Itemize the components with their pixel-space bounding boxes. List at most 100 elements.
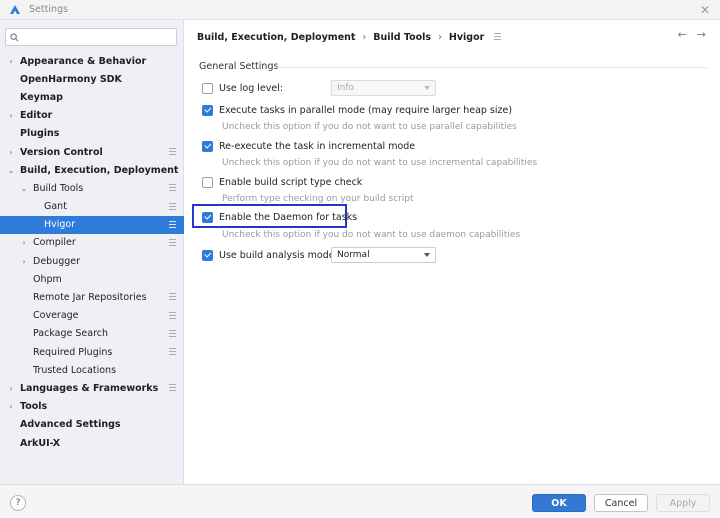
breadcrumb-item[interactable]: Build, Execution, Deployment <box>197 32 355 43</box>
project-settings-icon <box>169 348 176 355</box>
sidebar-item-openharmony-sdk[interactable]: OpenHarmony SDK <box>0 70 184 88</box>
type-check-hint: Perform type checking on your build scri… <box>222 194 414 204</box>
sidebar-item-plugins[interactable]: Plugins <box>0 125 184 143</box>
sidebar-item-label: Compiler <box>33 237 76 249</box>
sidebar-item-required-plugins[interactable]: Required Plugins <box>0 343 184 361</box>
sidebar-item-label: Version Control <box>20 146 103 158</box>
sidebar-item-label: Build, Execution, Deployment <box>20 164 179 176</box>
project-settings-icon <box>169 293 176 301</box>
search-box[interactable] <box>5 28 177 46</box>
use-log-level-label: Use log level: <box>219 82 284 94</box>
apply-button[interactable]: Apply <box>656 494 710 512</box>
breadcrumb-separator: › <box>438 31 442 43</box>
settings-sidebar: › Appearance & Behavior OpenHarmony SDK Key… <box>0 20 184 484</box>
analysis-mode-option[interactable]: Use build analysis mode: <box>202 248 338 262</box>
sidebar-item-coverage[interactable]: Coverage <box>0 307 184 325</box>
sidebar-item-label: Required Plugins <box>33 346 113 358</box>
breadcrumb-item[interactable]: Build Tools <box>373 32 431 43</box>
incremental-mode-checkbox[interactable] <box>202 140 213 152</box>
daemon-hint: Uncheck this option if you do not want t… <box>222 230 521 240</box>
sidebar-item-label: Appearance & Behavior <box>20 55 147 67</box>
window-title: Settings <box>29 4 68 15</box>
sidebar-item-label: Coverage <box>33 310 79 322</box>
type-check-option[interactable]: Enable build script type check <box>202 175 362 189</box>
sidebar-item-advanced-settings[interactable]: Advanced Settings <box>0 416 184 434</box>
sidebar-item-trusted-locations[interactable]: Trusted Locations <box>0 361 184 379</box>
sidebar-item-package-search[interactable]: Package Search <box>0 325 184 343</box>
chevron-right-icon[interactable]: › <box>6 57 16 66</box>
title-bar: Settings ✕ <box>0 0 720 20</box>
project-settings-icon <box>169 202 176 210</box>
analysis-mode-select[interactable]: Normal <box>331 247 436 263</box>
analysis-mode-checkbox[interactable] <box>202 249 213 261</box>
sidebar-item-label: Keymap <box>20 91 63 103</box>
dialog-footer: ? OK Cancel Apply <box>0 484 720 518</box>
sidebar-item-label: Debugger <box>33 255 81 267</box>
sidebar-item-label: Hvigor <box>44 219 76 231</box>
sidebar-item-label: Languages & Frameworks <box>20 382 159 394</box>
project-settings-icon <box>169 184 176 192</box>
chevron-right-icon[interactable]: › <box>6 111 16 120</box>
chevron-down-icon <box>424 86 430 90</box>
use-log-level-option[interactable]: Use log level: <box>202 81 283 95</box>
chevron-right-icon[interactable]: › <box>6 148 16 157</box>
chevron-down-icon[interactable]: ⌄ <box>6 166 16 175</box>
settings-content: Build, Execution, Deployment › Build Too… <box>185 20 720 484</box>
sidebar-item-ohpm[interactable]: Ohpm <box>0 270 184 288</box>
chevron-down-icon[interactable]: ⌄ <box>19 184 29 193</box>
sidebar-item-label: OpenHarmony SDK <box>20 73 122 85</box>
parallel-mode-label: Execute tasks in parallel mode (may requ… <box>219 104 513 116</box>
project-settings-icon <box>169 147 176 155</box>
chevron-right-icon[interactable]: › <box>19 257 29 266</box>
parallel-mode-checkbox[interactable] <box>202 104 213 116</box>
sidebar-item-label: Tools <box>20 401 48 413</box>
incremental-mode-label: Re-execute the task in incremental mode <box>219 140 416 152</box>
sidebar-item-debugger[interactable]: › Debugger <box>0 252 184 270</box>
close-window-icon[interactable]: ✕ <box>700 3 710 17</box>
sidebar-item-editor[interactable]: › Editor <box>0 107 184 125</box>
app-logo-icon <box>10 4 20 14</box>
use-log-level-checkbox[interactable] <box>202 82 213 94</box>
sidebar-item-languages-frameworks[interactable]: › Languages & Frameworks <box>0 379 184 397</box>
project-settings-icon <box>169 220 176 228</box>
chevron-right-icon[interactable]: › <box>6 402 16 411</box>
forward-arrow-icon[interactable]: → <box>697 28 706 41</box>
back-arrow-icon[interactable]: ← <box>678 28 687 41</box>
project-settings-icon <box>169 311 176 319</box>
parallel-mode-hint: Uncheck this option if you do not want t… <box>222 122 517 132</box>
sidebar-item-label: Gant <box>44 201 67 213</box>
sidebar-item-remote-jar-repositories[interactable]: Remote Jar Repositories <box>0 288 184 306</box>
project-settings-icon <box>169 238 176 246</box>
sidebar-item-arkui-x[interactable]: ArkUI-X <box>0 434 184 452</box>
search-icon <box>10 32 19 41</box>
sidebar-item-gant[interactable]: Gant <box>0 198 184 216</box>
sidebar-item-build-execution-deployment[interactable]: ⌄ Build, Execution, Deployment <box>0 161 184 179</box>
sidebar-item-keymap[interactable]: Keymap <box>0 88 184 106</box>
cancel-button[interactable]: Cancel <box>594 494 648 512</box>
sidebar-item-label: Remote Jar Repositories <box>33 292 147 304</box>
chevron-right-icon[interactable]: › <box>6 384 16 393</box>
daemon-checkbox[interactable] <box>202 211 213 223</box>
incremental-mode-option[interactable]: Re-execute the task in incremental mode <box>202 139 415 153</box>
chevron-right-icon[interactable]: › <box>19 238 29 247</box>
ok-button[interactable]: OK <box>532 494 586 512</box>
sidebar-item-tools[interactable]: › Tools <box>0 398 184 416</box>
sidebar-item-version-control[interactable]: › Version Control <box>0 143 184 161</box>
type-check-checkbox[interactable] <box>202 176 213 188</box>
breadcrumb-item: Hvigor <box>448 31 485 43</box>
parallel-mode-option[interactable]: Execute tasks in parallel mode (may requ… <box>202 103 512 117</box>
incremental-mode-hint: Uncheck this option if you do not want t… <box>222 158 538 168</box>
section-divider <box>277 67 707 68</box>
search-input[interactable] <box>23 32 163 42</box>
sidebar-item-appearance-behavior[interactable]: › Appearance & Behavior <box>0 52 184 70</box>
help-button[interactable]: ? <box>10 495 26 511</box>
sidebar-item-hvigor[interactable]: Hvigor <box>0 215 184 234</box>
breadcrumb: Build, Execution, Deployment › Build Too… <box>197 30 502 44</box>
sidebar-item-compiler[interactable]: › Compiler <box>0 234 184 252</box>
sidebar-item-label: Advanced Settings <box>20 419 121 431</box>
sidebar-item-build-tools[interactable]: ⌄ Build Tools <box>0 179 184 197</box>
daemon-label: Enable the Daemon for tasks <box>219 211 358 223</box>
project-settings-icon <box>169 329 176 337</box>
log-level-select[interactable]: Info <box>331 80 436 96</box>
daemon-option[interactable]: Enable the Daemon for tasks <box>202 210 357 224</box>
